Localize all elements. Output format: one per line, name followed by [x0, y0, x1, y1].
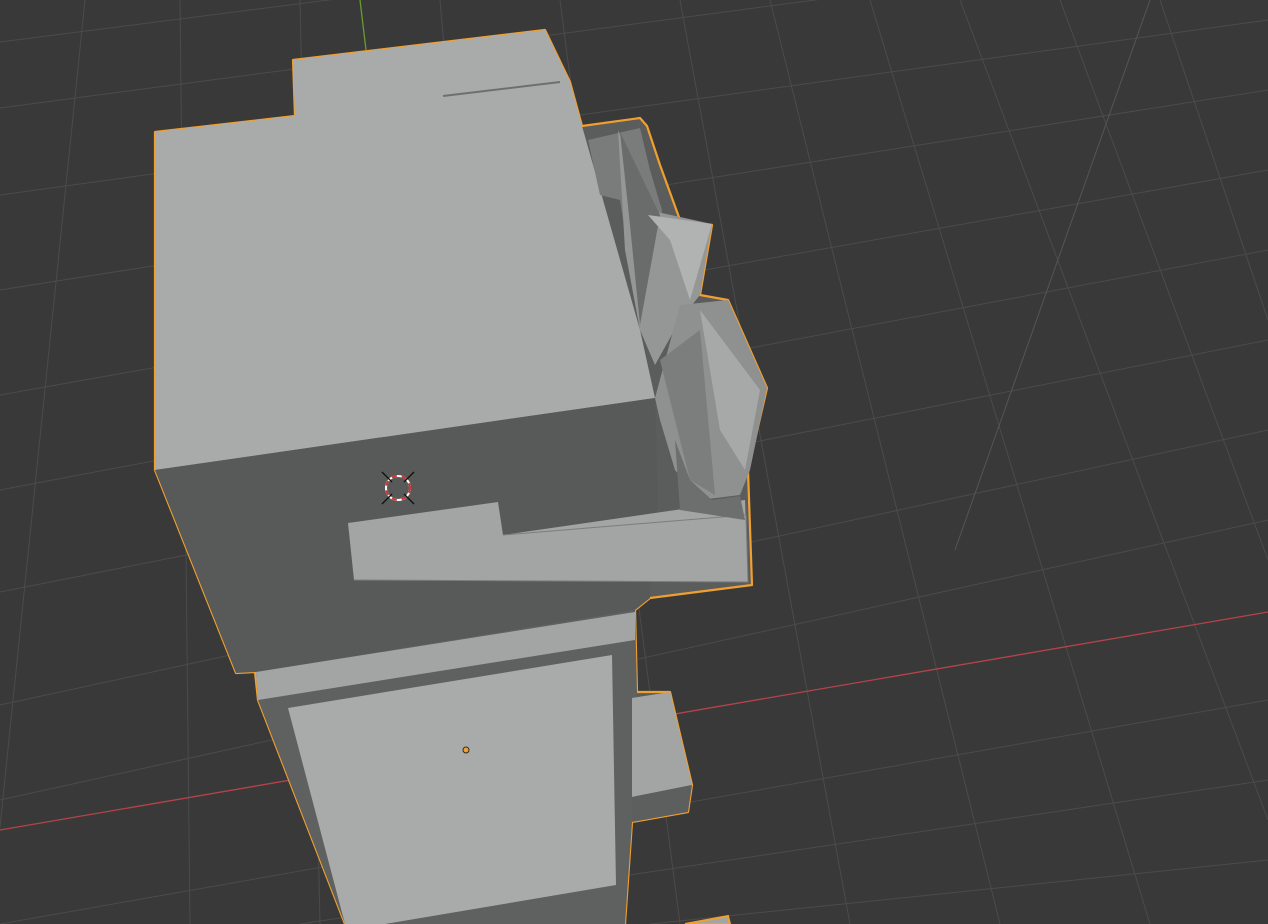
3d-viewport[interactable]	[0, 0, 1268, 924]
viewport-canvas[interactable]	[0, 0, 1268, 924]
object-origin-icon	[462, 746, 470, 754]
